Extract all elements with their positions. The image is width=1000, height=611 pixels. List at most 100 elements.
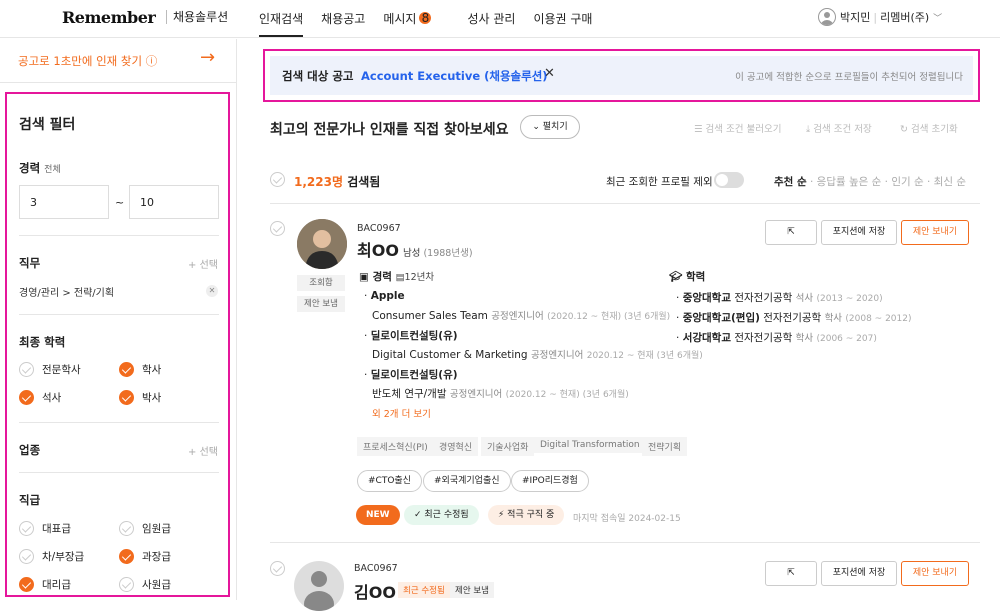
career-role: 반도체 연구/개발 공정엔지니어 (2020.12 ~ 현재) (3년 6개월)	[372, 388, 629, 400]
divider	[19, 472, 219, 473]
career-company: · 딜로이트컨설팅(유)	[364, 330, 458, 342]
divider	[19, 235, 219, 236]
check-icon	[119, 390, 134, 405]
education-row: · 중앙대학교(편입) 전자전기공학 학사 (2008 ~ 2012)	[676, 312, 912, 324]
sort-recommended[interactable]: 추천 순	[774, 176, 807, 188]
nav-talent-search[interactable]: 인재검색	[259, 10, 304, 37]
hashtag-chip[interactable]: #외국계기업출신	[423, 470, 511, 492]
banner-note: 이 공고에 적합한 순으로 프로필들이 추천되어 정렬됩니다	[735, 72, 963, 83]
rank-checkbox-manager[interactable]: 과장급	[119, 549, 171, 564]
job-chip: 경영/관리 > 전략/기획	[19, 288, 115, 299]
sort-latest[interactable]: 최신 순	[934, 176, 966, 188]
profile-name[interactable]: 최OO 남성 (1988년생)	[357, 237, 473, 261]
career-tilde: ~	[115, 196, 125, 209]
exclude-viewed-label: 최근 조회한 프로필 제외	[606, 176, 713, 188]
keyword-chip: Digital Transformation	[534, 437, 646, 453]
education-row: · 서강대학교 전자전기공학 학사 (2006 ~ 207)	[676, 332, 877, 344]
offered-tag: 제안 보냄	[450, 582, 494, 598]
rank-label: 직급	[19, 493, 41, 507]
nav-purchase[interactable]: 이용권 구매	[533, 10, 592, 27]
show-more-link[interactable]: 외 2개 더 보기	[372, 406, 431, 420]
load-search-button[interactable]: ☰ 검색 조건 불러오기	[694, 121, 782, 135]
person-photo	[297, 219, 347, 269]
industry-add-button[interactable]: + 선택	[188, 443, 218, 458]
main-content: 검색 대상 공고 Account Executive (채용솔루션) ✕ 이 공…	[238, 39, 1000, 611]
sort-popular[interactable]: 인기 순	[891, 176, 923, 188]
user-menu[interactable]: 박지민 | 리멤버(주) ﹀	[818, 8, 942, 26]
save-to-position-button[interactable]: 포지션에 저장	[821, 220, 897, 245]
briefcase-icon: ▣	[359, 271, 369, 283]
default-avatar-icon[interactable]	[294, 561, 344, 611]
target-job-banner: 검색 대상 공고 Account Executive (채용솔루션) ✕ 이 공…	[263, 49, 980, 102]
career-max-input[interactable]: 10	[129, 185, 219, 219]
divider: |	[873, 10, 878, 24]
quick-find-link[interactable]: 공고로 1초만에 인재 찾기 ⓘ →	[0, 39, 236, 83]
edu-checkbox-bachelor[interactable]: 학사	[119, 362, 161, 377]
reset-search-button[interactable]: ↻ 검색 초기화	[900, 121, 958, 135]
nav-deals[interactable]: 성사 관리	[467, 10, 515, 27]
hashtag-chip[interactable]: #CTO출신	[357, 470, 422, 492]
career-role: Consumer Sales Team 공정엔지니어 (2020.12 ~ 현재…	[372, 310, 671, 322]
edu-checkbox-master[interactable]: 석사	[19, 390, 61, 405]
save-to-position-button[interactable]: 포지션에 저장	[821, 561, 897, 586]
rank-checkbox-assistant[interactable]: 대리급	[19, 577, 71, 592]
exclude-viewed-toggle[interactable]	[714, 172, 744, 188]
divider	[19, 422, 219, 423]
external-link-icon[interactable]: ⇱	[765, 220, 817, 245]
job-label: 직무	[19, 256, 41, 270]
logo[interactable]: Remember	[62, 8, 156, 27]
banner-job-link[interactable]: Account Executive (채용솔루션)	[361, 68, 548, 84]
search-filter-panel: 검색 필터 경력 전체 3 ~ 10 직무 + 선택 경영/관리 > 전략/기획 …	[5, 92, 230, 597]
rank-checkbox-staff[interactable]: 사원급	[119, 577, 171, 592]
edu-checkbox-doctor[interactable]: 박사	[119, 390, 161, 405]
external-link-icon[interactable]: ⇱	[765, 561, 817, 586]
edu-checkbox-associate[interactable]: 전문학사	[19, 362, 81, 377]
rank-checkbox-deputy[interactable]: 차/부장급	[19, 549, 84, 564]
job-add-button[interactable]: + 선택	[188, 256, 218, 271]
career-section-title: ▣ 경력 ▤12년차	[359, 271, 435, 283]
rank-checkbox-executive[interactable]: 임원급	[119, 521, 171, 536]
nav-job-posts[interactable]: 채용공고	[321, 10, 365, 27]
divider	[19, 314, 219, 315]
rank-checkbox-ceo[interactable]: 대표급	[19, 521, 71, 536]
profile-photo[interactable]	[297, 219, 347, 269]
sort-options: 추천 순 · 응답률 높은 순 · 인기 순 · 최신 순	[774, 176, 966, 188]
save-search-button[interactable]: ⤓ 검색 조건 저장	[806, 121, 872, 135]
page-title: 최고의 전문가나 인재를 직접 찾아보세요	[270, 122, 509, 138]
check-icon	[119, 549, 134, 564]
send-offer-button[interactable]: 제안 보내기	[901, 561, 969, 586]
sort-response-rate[interactable]: 응답률 높은 순	[817, 176, 882, 188]
send-offer-button[interactable]: 제안 보내기	[901, 220, 969, 245]
hashtag-chip[interactable]: #IPO리드경험	[511, 470, 589, 492]
close-icon[interactable]: ✕	[206, 285, 218, 297]
select-all-checkbox[interactable]	[270, 172, 285, 187]
message-count-badge: 8	[419, 12, 432, 24]
banner-label: 검색 대상 공고	[282, 69, 354, 83]
career-company: · Apple	[364, 290, 405, 302]
profile-code: BAC0967	[354, 563, 398, 574]
education-row: · 중앙대학교 전자전기공학 석사 (2013 ~ 2020)	[676, 292, 883, 304]
sidebar: 공고로 1초만에 인재 찾기 ⓘ → 검색 필터 경력 전체 3 ~ 10 직무 …	[0, 39, 237, 600]
chevron-down-icon: ⌄	[532, 122, 540, 132]
education-label: 최종 학력	[19, 335, 66, 349]
expand-button[interactable]: ⌄ 펼치기	[520, 115, 580, 139]
recently-updated-tag: 최근 수정됨	[398, 582, 450, 598]
actively-seeking-badge: ⚡ 적극 구직 중	[488, 505, 565, 525]
keyword-chip: 전략기획	[642, 437, 688, 456]
chevron-down-icon: ﹀	[933, 13, 943, 24]
close-icon[interactable]: ✕	[544, 66, 555, 81]
select-profile-checkbox[interactable]	[270, 221, 285, 236]
career-min-input[interactable]: 3	[19, 185, 109, 219]
check-icon	[19, 362, 34, 377]
main-nav: 인재검색 채용공고 메시지 8 성사 관리 이용권 구매	[259, 10, 610, 37]
keyword-chip: 기술사업화	[481, 437, 535, 456]
career-role: Digital Customer & Marketing 공정엔지니어 2020…	[372, 349, 703, 361]
select-profile-checkbox[interactable]	[270, 561, 285, 576]
nav-messages[interactable]: 메시지 8	[383, 10, 449, 27]
recently-updated-badge: ✓ 최근 수정됨	[404, 505, 479, 525]
check-icon	[119, 521, 134, 536]
new-badge: NEW	[356, 505, 400, 525]
check-icon	[119, 362, 134, 377]
check-icon	[119, 577, 134, 592]
profile-name[interactable]: 김OO	[354, 579, 396, 603]
